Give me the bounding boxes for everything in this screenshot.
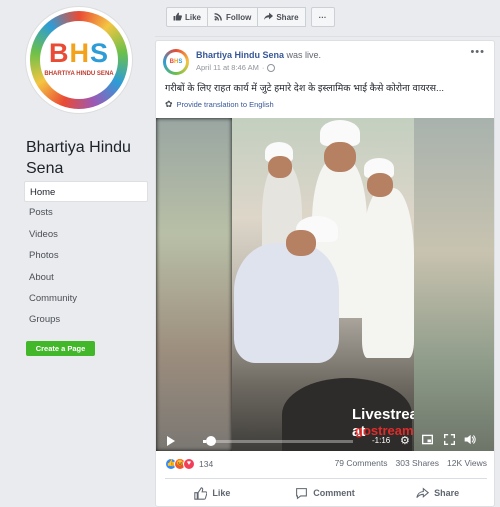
follow-page-button[interactable]: Follow	[207, 7, 259, 27]
video-face	[324, 142, 356, 172]
page-nav: Home Posts Videos Photos About Community…	[24, 181, 148, 331]
logo-letter-s: S	[89, 38, 109, 68]
fullscreen-icon[interactable]	[444, 434, 455, 448]
nav-item-photos[interactable]: Photos	[24, 245, 148, 266]
logo-letter-b: B	[48, 38, 70, 68]
share-page-button[interactable]: Share	[257, 7, 306, 27]
more-options-button[interactable]: ···	[310, 7, 335, 27]
post-options-button[interactable]: •••	[470, 46, 485, 58]
theater-mode-icon[interactable]	[422, 434, 433, 448]
nav-item-posts[interactable]: Posts	[24, 202, 148, 223]
volume-icon[interactable]	[464, 434, 476, 448]
nav-item-home[interactable]: Home	[24, 181, 148, 202]
settings-gear-icon[interactable]: ⚙	[400, 434, 410, 447]
avatar-letter-s: S	[178, 59, 183, 65]
comment-bubble-icon	[295, 487, 308, 500]
play-icon[interactable]	[167, 436, 175, 446]
author-action: was live.	[286, 50, 322, 60]
video-face	[268, 156, 292, 178]
thumbs-up-icon	[173, 12, 182, 23]
avatar-letters: BHS	[166, 52, 186, 72]
nav-item-about[interactable]: About	[24, 267, 148, 288]
video-blur-right	[414, 118, 494, 451]
post-meta: April 11 at 8:46 AM ·	[196, 63, 276, 72]
gear-icon: ✿	[165, 99, 173, 109]
post-timestamp[interactable]: April 11 at 8:46 AM	[196, 63, 259, 72]
reactions-summary[interactable]: 👍 😡 ♥ 134	[165, 458, 213, 470]
author-avatar[interactable]: BHS	[163, 49, 189, 75]
video-blur-left	[156, 118, 232, 451]
globe-icon	[267, 63, 276, 72]
meta-separator: ·	[261, 63, 265, 72]
share-arrow-icon	[264, 12, 274, 23]
nav-item-community[interactable]: Community	[24, 288, 148, 309]
like-button[interactable]: Like	[156, 482, 269, 504]
share-arrow-icon	[416, 486, 430, 500]
page-title[interactable]: Bhartiya Hindu Sena	[26, 137, 146, 179]
stats-divider	[165, 478, 487, 479]
live-video-post: BHS Bhartiya Hindu Sena was live. April …	[155, 40, 495, 507]
page-sidebar: BHS BHARTIYA HINDU SENA Bhartiya Hindu S…	[0, 0, 155, 507]
logo-subtitle: BHARTIYA HINDU SENA	[44, 71, 114, 77]
engagement-counts: 79 Comments 303 Shares 12K Views	[335, 458, 487, 468]
page-action-bar: Like Follow Share ···	[166, 7, 335, 28]
logo-letters: BHS	[40, 38, 118, 69]
translate-link[interactable]: ✿ Provide translation to English	[165, 99, 274, 110]
follow-page-label: Follow	[226, 12, 252, 22]
video-face	[367, 173, 393, 197]
video-frame: Livestream at gostream.co	[232, 118, 414, 451]
video-progress-track[interactable]	[203, 440, 353, 443]
nav-item-videos[interactable]: Videos	[24, 224, 148, 245]
comment-button[interactable]: Comment	[269, 482, 382, 504]
reactions-count: 134	[199, 459, 214, 469]
page-profile-picture[interactable]: BHS BHARTIYA HINDU SENA	[26, 7, 132, 113]
thumbs-up-icon	[194, 486, 208, 500]
video-controls: -1:16 ⚙	[156, 429, 494, 451]
like-label: Like	[212, 488, 231, 498]
logo-inner: BHS BHARTIYA HINDU SENA	[40, 21, 118, 99]
video-person	[362, 188, 414, 358]
share-page-label: Share	[276, 12, 299, 22]
comment-label: Comment	[313, 488, 355, 498]
post-header: Bhartiya Hindu Sena was live.	[196, 50, 321, 60]
video-person	[234, 243, 339, 363]
love-reaction-icon: ♥	[183, 458, 195, 470]
post-text: गरीबों के लिए राहत कार्य में जुटे हमारे …	[165, 83, 444, 94]
like-page-button[interactable]: Like	[166, 7, 209, 27]
share-button[interactable]: Share	[381, 482, 494, 504]
logo-letter-h: H	[69, 38, 90, 68]
video-player[interactable]: Livestream at gostream.co -1:16 ⚙	[156, 118, 494, 451]
post-actions: Like Comment Share	[156, 482, 494, 504]
video-face	[286, 230, 316, 256]
comments-count[interactable]: 79 Comments	[335, 458, 388, 468]
nav-item-groups[interactable]: Groups	[24, 309, 148, 330]
create-page-button[interactable]: Create a Page	[26, 341, 95, 356]
share-label: Share	[434, 488, 460, 498]
rss-icon	[214, 12, 223, 23]
views-count: 12K Views	[446, 458, 487, 468]
video-scrubber-handle[interactable]	[206, 436, 216, 446]
author-name-link[interactable]: Bhartiya Hindu Sena	[196, 50, 284, 60]
shares-count[interactable]: 303 Shares	[396, 458, 439, 468]
video-time-remaining: -1:16	[372, 436, 391, 445]
translate-label: Provide translation to English	[176, 100, 274, 109]
top-divider	[155, 36, 500, 37]
like-page-label: Like	[185, 12, 202, 22]
post-stats: 👍 😡 ♥ 134 79 Comments 303 Shares 12K Vie…	[165, 458, 487, 472]
